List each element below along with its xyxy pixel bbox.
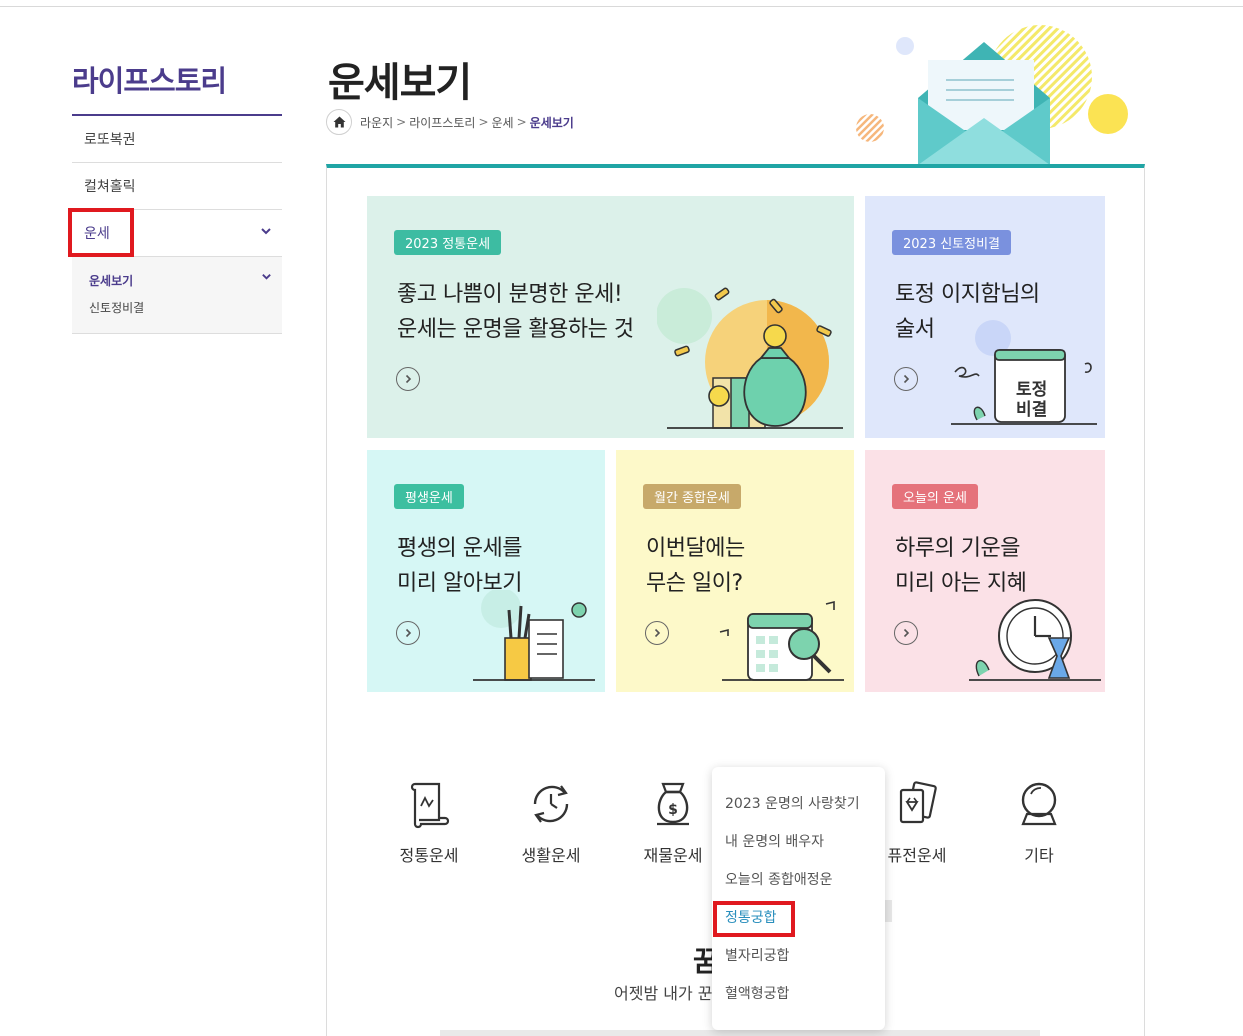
breadcrumb-item[interactable]: 라이프스토리 [409, 114, 475, 131]
card-monthly-fortune[interactable]: 월간 종합운세 이번달에는 무슨 일이? [616, 450, 854, 692]
dropdown-item-destined-spouse[interactable]: 내 운명의 배우자 [712, 822, 885, 860]
sidebar-item-label: 운세 [84, 226, 110, 242]
sidebar-item-label: 컬쳐홀릭 [84, 179, 136, 195]
sidebar-item-fortune[interactable]: 운세 [72, 210, 282, 257]
card-tag: 2023 신토정비결 [892, 230, 1012, 255]
cards-icon [899, 781, 937, 824]
clock-hourglass-illustration [969, 599, 1101, 681]
scroll-icon [410, 782, 450, 829]
home-button[interactable] [326, 109, 352, 135]
card-headline: 이번달에는 [646, 536, 745, 561]
dropdown-item-zodiac-compatibility[interactable]: 별자리궁합 [712, 936, 885, 974]
sidebar-item-label: 로또복권 [84, 132, 136, 148]
chevron-right-icon [903, 628, 910, 638]
dropdown-item-blood-type-compatibility[interactable]: 혈액형궁합 [712, 974, 885, 1012]
card-tag: 2023 정통운세 [394, 230, 502, 255]
dropdown-item-today-love[interactable]: 오늘의 종합애정운 [712, 860, 885, 898]
chevron-right-icon [903, 374, 910, 384]
card-headline: 토정 이지함님의 [895, 282, 1040, 307]
pencil-cup-illustration [473, 590, 595, 681]
card-arrow-button[interactable] [645, 621, 669, 645]
sidebar-subitem-tojeong[interactable]: 신토정비결 [89, 294, 282, 321]
sidebar-title: 라이프스토리 [72, 58, 282, 116]
card-arrow-button[interactable] [894, 621, 918, 645]
category-label: 정통운세 [399, 846, 459, 865]
dropdown-item-love-search[interactable]: 2023 운명의 사랑찾기 [712, 784, 885, 822]
top-divider [0, 6, 1243, 7]
category-label: 기타 [1024, 846, 1054, 865]
money-bag-illustration [657, 287, 843, 429]
card-today-fortune[interactable]: 오늘의 운세 하루의 기운을 미리 아는 지혜 [865, 450, 1105, 692]
card-arrow-button[interactable] [396, 621, 420, 645]
sidebar-item-lotto[interactable]: 로또복권 [72, 116, 282, 163]
card-headline: 좋고 나쁨이 분명한 운세! [397, 282, 623, 307]
category-traditional[interactable]: 정통운세 [368, 778, 490, 866]
svg-text:$: $ [668, 802, 678, 818]
card-tojeong-bigyeol[interactable]: 2023 신토정비결 토정 이지함님의 술서 토정 비결 [865, 196, 1105, 438]
breadcrumb-separator: > [478, 115, 489, 129]
envelope-illustration [856, 25, 1128, 165]
book-cover-text: 비결 [1016, 400, 1048, 420]
chevron-right-icon [405, 628, 412, 638]
cycle-clock-icon [533, 785, 569, 823]
chevron-right-icon [405, 374, 412, 384]
card-headline: 술서 [895, 317, 935, 342]
bottom-divider [440, 1030, 1040, 1036]
category-label: 생활운세 [521, 846, 581, 865]
breadcrumb: 라운지 > 라이프스토리 > 운세 > 운세보기 [326, 108, 574, 136]
card-tag: 오늘의 운세 [892, 484, 978, 509]
sidebar-subitem-fortune-view[interactable]: 운세보기 [89, 267, 282, 294]
breadcrumb-current: 운세보기 [529, 115, 574, 130]
chevron-down-icon [261, 228, 271, 235]
card-lifetime-fortune[interactable]: 평생운세 평생의 운세를 미리 알아보기 [367, 450, 605, 692]
card-tag: 평생운세 [394, 484, 464, 509]
breadcrumb-separator: > [516, 115, 527, 129]
home-icon [333, 116, 345, 128]
card-headline: 하루의 기운을 [895, 536, 1020, 561]
card-arrow-button[interactable] [894, 367, 918, 391]
sidebar-item-culture[interactable]: 컬쳐홀릭 [72, 163, 282, 210]
crystal-ball-icon [1021, 782, 1057, 826]
card-traditional-fortune[interactable]: 2023 정통운세 좋고 나쁨이 분명한 운세! 운세는 운명을 활용하는 것 [367, 196, 854, 438]
category-life[interactable]: 생활운세 [490, 778, 612, 866]
page-title: 운세보기 [328, 60, 472, 106]
card-tag: 월간 종합운세 [643, 484, 741, 509]
card-headline: 평생의 운세를 [397, 536, 522, 561]
money-bag-icon: $ [657, 782, 689, 826]
card-arrow-button[interactable] [396, 367, 420, 391]
dropdown-item-traditional-compatibility[interactable]: 정통궁합 [712, 898, 885, 936]
section-subheading: 어젯밤 내가 꾼 [614, 984, 713, 1003]
sidebar-submenu: 운세보기 신토정비결 [72, 257, 282, 334]
sidebar: 라이프스토리 로또복권 컬쳐홀릭 운세 운세보기 신토정비결 [72, 58, 282, 334]
chevron-down-icon [262, 274, 271, 280]
chevron-right-icon [654, 628, 661, 638]
breadcrumb-separator: > [396, 115, 407, 129]
card-headline: 운세는 운명을 활용하는 것 [397, 317, 634, 342]
love-fortune-dropdown: 2023 운명의 사랑찾기 내 운명의 배우자 오늘의 종합애정운 정통궁합 별… [712, 767, 885, 1030]
calendar-illustration [719, 600, 844, 681]
card-headline: 무슨 일이? [646, 571, 743, 596]
breadcrumb-item[interactable]: 라운지 [360, 114, 393, 131]
category-etc[interactable]: 기타 [978, 778, 1100, 866]
breadcrumb-item[interactable]: 운세 [492, 114, 514, 131]
